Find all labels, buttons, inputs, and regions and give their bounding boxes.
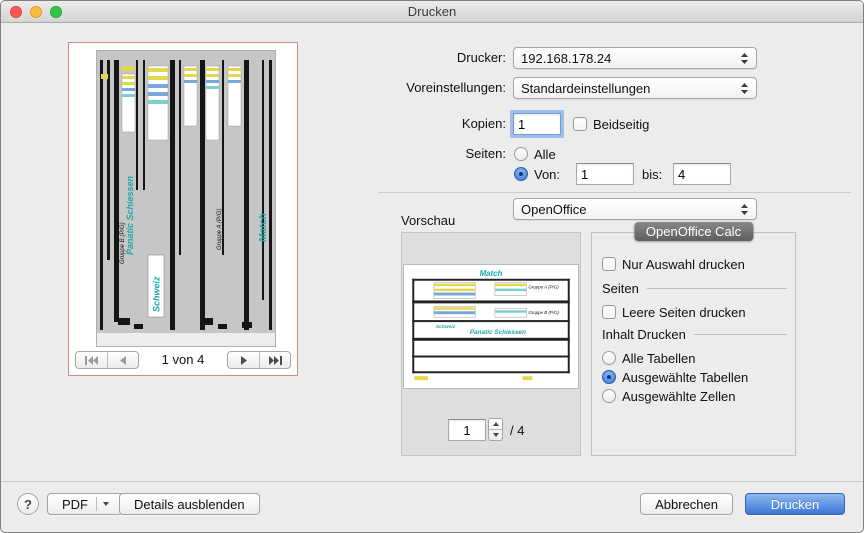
last-page-icon xyxy=(268,356,283,365)
selected-cells-label: Ausgewählte Zellen xyxy=(622,389,735,404)
pages-label: Seiten: xyxy=(376,143,506,165)
form-separator xyxy=(378,192,851,193)
print-empty-row: Leere Seiten drucken xyxy=(602,301,746,323)
selection-only-checkbox[interactable] xyxy=(602,257,616,271)
presets-select[interactable]: Standardeinstellungen xyxy=(513,77,757,99)
window-title: Drucken xyxy=(1,1,863,23)
calc-panel-title: OpenOffice Calc xyxy=(634,222,753,241)
print-preview-area: Schweiz Panatic Schiessen Match Gruppe A… xyxy=(68,42,298,376)
selected-cells-row: Ausgewählte Zellen xyxy=(602,385,735,407)
next-page-icon xyxy=(239,356,249,365)
group-b-label: Gruppe B (P/G) xyxy=(120,222,126,264)
copies-label: Kopien: xyxy=(376,113,506,135)
vorschau-label: Vorschau xyxy=(401,213,455,228)
app-section-value: OpenOffice xyxy=(514,202,737,217)
vorschau-page-input[interactable] xyxy=(448,419,486,441)
stepper-down-button[interactable] xyxy=(489,430,502,440)
popup-arrows-icon xyxy=(737,52,752,65)
arrow-down-icon xyxy=(493,433,499,437)
print-label: Drucken xyxy=(771,497,819,512)
vorschau-page-thumbnail: Match Gruppe A (P/G) Gruppe B (P/G) Pana… xyxy=(403,264,579,389)
footer-separator xyxy=(1,481,863,482)
section-rule xyxy=(694,334,787,335)
sheet-title: Match xyxy=(258,213,269,242)
next-page-button[interactable] xyxy=(228,352,259,368)
popup-arrows-icon xyxy=(737,203,752,216)
pages-range-row: Von: xyxy=(514,163,560,185)
popup-arrows-icon xyxy=(737,82,752,95)
traffic-lights xyxy=(10,6,62,18)
pages-all-label: Alle xyxy=(534,147,556,162)
country-label: Schweiz xyxy=(152,276,162,312)
help-button[interactable]: ? xyxy=(17,493,39,515)
duplex-checkbox[interactable] xyxy=(573,117,587,131)
calc-options-panel: OpenOffice Calc Nur Auswahl drucken Seit… xyxy=(591,232,796,456)
app-section-select[interactable]: OpenOffice xyxy=(513,198,757,220)
mini-country-label: Schweiz xyxy=(436,324,456,330)
duplex-row: Beidseitig xyxy=(573,113,649,135)
presets-value: Standardeinstellungen xyxy=(514,81,737,96)
page-total-label: / 4 xyxy=(510,423,524,438)
mini-group-a-label: Gruppe A (P/G) xyxy=(528,285,559,290)
page-total-row: / 4 xyxy=(510,419,524,441)
preview-nav-forward-group xyxy=(227,351,291,369)
print-empty-label: Leere Seiten drucken xyxy=(622,305,746,320)
duplex-label: Beidseitig xyxy=(593,117,649,132)
stepper-up-button[interactable] xyxy=(489,419,502,430)
cancel-button[interactable]: Abbrechen xyxy=(640,493,733,515)
all-tables-label: Alle Tabellen xyxy=(622,351,695,366)
print-empty-checkbox[interactable] xyxy=(602,305,616,319)
mini-group-b-label: Gruppe B (P/G) xyxy=(528,310,559,315)
pdf-menu-button[interactable]: PDF xyxy=(47,493,124,515)
selected-tables-label: Ausgewählte Tabellen xyxy=(622,370,748,385)
cancel-label: Abbrechen xyxy=(655,497,718,512)
page-stepper xyxy=(488,418,503,441)
chevron-down-icon xyxy=(103,502,109,506)
selection-only-row: Nur Auswahl drucken xyxy=(602,253,745,275)
presets-label: Voreinstellungen: xyxy=(376,77,506,99)
minimize-button[interactable] xyxy=(30,6,42,18)
content-section-label: Inhalt Drucken xyxy=(602,327,686,342)
pages-to-input[interactable] xyxy=(673,163,731,185)
selected-tables-radio[interactable] xyxy=(602,370,616,384)
printer-label: Drucker: xyxy=(376,47,506,69)
section-rule xyxy=(647,288,787,289)
pages-section-header: Seiten xyxy=(602,279,787,297)
pdf-button-label: PDF xyxy=(62,497,88,512)
arrow-up-icon xyxy=(493,422,499,426)
pages-to-label: bis: xyxy=(642,167,662,182)
print-button[interactable]: Drucken xyxy=(745,493,845,515)
hide-details-button[interactable]: Details ausblenden xyxy=(119,493,260,515)
mini-sheet-title: Match xyxy=(480,269,503,278)
last-page-button[interactable] xyxy=(259,352,290,368)
pages-from-input[interactable] xyxy=(576,163,634,185)
titlebar[interactable]: Drucken xyxy=(1,1,863,23)
group-a-label: Gruppe A (P/G) xyxy=(217,209,223,250)
content-section-header: Inhalt Drucken xyxy=(602,325,787,343)
selected-cells-radio[interactable] xyxy=(602,389,616,403)
zoom-button[interactable] xyxy=(50,6,62,18)
pages-to-label-row: bis: xyxy=(642,163,662,185)
mini-event-title: Panatic Schiessen xyxy=(470,329,526,336)
close-button[interactable] xyxy=(10,6,22,18)
pages-range-radio[interactable] xyxy=(514,167,528,181)
print-preview-page: Schweiz Panatic Schiessen Match Gruppe A… xyxy=(96,50,276,347)
pages-from-label: Von: xyxy=(534,167,560,182)
hide-details-label: Details ausblenden xyxy=(134,497,245,512)
print-dialog: Drucken xyxy=(0,0,864,533)
pages-all-radio[interactable] xyxy=(514,147,528,161)
pages-all-row: Alle xyxy=(514,143,556,165)
all-tables-radio[interactable] xyxy=(602,351,616,365)
pages-section-label: Seiten xyxy=(602,281,639,296)
button-divider xyxy=(96,497,97,511)
printer-select[interactable]: 192.168.178.24 xyxy=(513,47,757,69)
selection-only-label: Nur Auswahl drucken xyxy=(622,257,745,272)
printer-value: 192.168.178.24 xyxy=(514,51,737,66)
event-title: Panatic Schiessen xyxy=(125,175,135,255)
vorschau-panel: Match Gruppe A (P/G) Gruppe B (P/G) Pana… xyxy=(401,232,581,456)
copies-input[interactable] xyxy=(513,113,561,135)
